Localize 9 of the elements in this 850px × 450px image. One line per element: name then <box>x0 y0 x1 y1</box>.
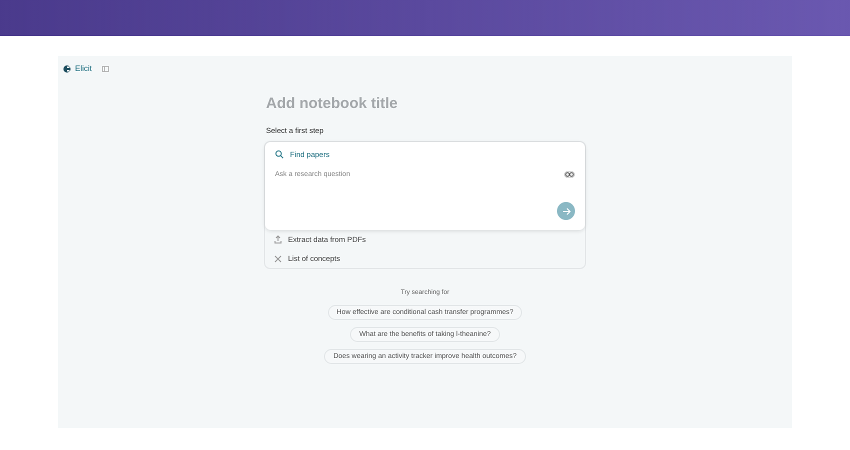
submit-button[interactable] <box>557 202 575 220</box>
cross-icon <box>274 254 282 262</box>
arrow-icon <box>562 206 570 216</box>
toggle-icon[interactable] <box>564 171 575 178</box>
sidebar-toggle-icon[interactable] <box>102 66 109 72</box>
brand-name: Elicit <box>75 64 92 73</box>
upload-icon <box>274 235 282 244</box>
logo-icon <box>63 64 71 72</box>
search-icon <box>275 150 284 159</box>
